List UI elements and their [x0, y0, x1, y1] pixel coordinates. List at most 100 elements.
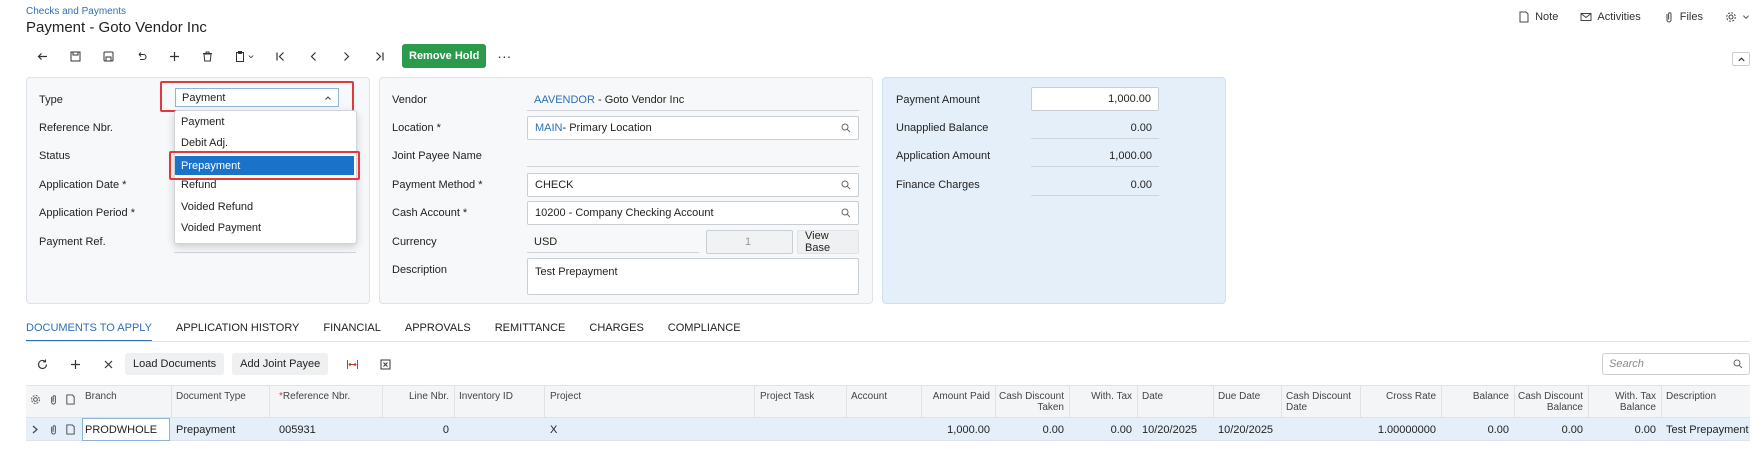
col-cash-discount-balance[interactable]: Cash Discount Balance: [1514, 391, 1583, 413]
add-row-button[interactable]: [59, 352, 92, 376]
table-row[interactable]: PRODWHOLE Prepayment 005931 0 X 1,000.00…: [26, 418, 1750, 441]
save-button[interactable]: [92, 45, 125, 67]
payment-method-field[interactable]: CHECK: [527, 173, 859, 197]
fit-columns-button[interactable]: [336, 352, 369, 376]
col-with-tax[interactable]: With. Tax: [1069, 391, 1132, 402]
col-balance[interactable]: Balance: [1441, 391, 1509, 402]
col-cross-rate[interactable]: Cross Rate: [1360, 391, 1436, 402]
cell-cross-rate[interactable]: 1.00000000: [1360, 424, 1436, 436]
export-excel-button[interactable]: [369, 352, 402, 376]
col-account[interactable]: Account: [851, 391, 887, 402]
cell-reference-nbr-link[interactable]: 005931: [279, 424, 316, 436]
col-document-type[interactable]: Document Type: [176, 391, 246, 402]
previous-record-button[interactable]: [297, 45, 330, 67]
chevron-up-icon: [1737, 56, 1745, 61]
payment-amount-field[interactable]: 1,000.00: [1031, 87, 1159, 111]
cell-with-tax[interactable]: 0.00: [1069, 424, 1132, 436]
breadcrumb[interactable]: Checks and Payments: [26, 6, 126, 17]
col-line-nbr[interactable]: Line Nbr.: [382, 391, 449, 402]
files-button[interactable]: Files: [1663, 11, 1703, 23]
first-record-button[interactable]: [264, 45, 297, 67]
payment-ref-field[interactable]: [174, 252, 356, 253]
save-close-button[interactable]: [59, 45, 92, 67]
refresh-button[interactable]: [26, 352, 59, 376]
tab-application-history[interactable]: APPLICATION HISTORY: [176, 322, 299, 342]
cell-with-tax-balance[interactable]: 0.00: [1588, 424, 1656, 436]
tab-documents-to-apply[interactable]: DOCUMENTS TO APPLY: [26, 322, 152, 342]
type-option-voided-refund[interactable]: Voided Refund: [181, 201, 253, 213]
type-option-refund[interactable]: Refund: [181, 179, 216, 191]
col-branch[interactable]: Branch: [85, 391, 117, 402]
delete-button[interactable]: [191, 45, 224, 67]
col-date[interactable]: Date: [1142, 391, 1163, 402]
col-inventory-id[interactable]: Inventory ID: [459, 391, 513, 402]
gear-icon[interactable]: [30, 394, 41, 405]
chevron-right-icon[interactable]: [31, 425, 39, 434]
settings-button[interactable]: [1725, 11, 1750, 23]
col-with-tax-balance[interactable]: With. Tax Balance: [1588, 391, 1656, 413]
col-cash-discount-date[interactable]: Cash Discount Date: [1286, 391, 1351, 413]
cell-project-link[interactable]: X: [550, 424, 557, 436]
remove-hold-button[interactable]: Remove Hold: [402, 44, 487, 68]
last-record-button[interactable]: [363, 45, 396, 67]
delete-row-button[interactable]: [92, 352, 125, 376]
search-icon[interactable]: [841, 208, 851, 218]
cell-date[interactable]: 10/20/2025: [1142, 424, 1197, 436]
note-button[interactable]: Note: [1518, 11, 1558, 23]
note-icon[interactable]: [65, 424, 76, 435]
col-separator: [1661, 386, 1662, 419]
col-project[interactable]: Project: [550, 391, 581, 402]
cell-description[interactable]: Test Prepayment: [1666, 424, 1750, 436]
tab-remittance[interactable]: REMITTANCE: [495, 322, 566, 342]
col-reference-nbr[interactable]: *Reference Nbr.: [279, 391, 350, 402]
grid-search-input[interactable]: Search: [1602, 353, 1750, 375]
tab-financial[interactable]: FINANCIAL: [323, 322, 380, 342]
col-description[interactable]: Description: [1666, 391, 1716, 402]
type-select[interactable]: Payment: [160, 81, 354, 112]
cell-due-date[interactable]: 10/20/2025: [1218, 424, 1273, 436]
col-amount-paid[interactable]: Amount Paid: [921, 391, 990, 402]
type-option-payment[interactable]: Payment: [181, 116, 224, 128]
next-record-button[interactable]: [330, 45, 363, 67]
view-base-button[interactable]: View Base: [797, 230, 859, 254]
chevron-down-icon: [1743, 15, 1749, 19]
tab-charges[interactable]: CHARGES: [589, 322, 643, 342]
search-icon[interactable]: [841, 180, 851, 190]
type-option-voided-payment[interactable]: Voided Payment: [181, 222, 261, 234]
add-button[interactable]: [158, 45, 191, 67]
cell-cash-discount-taken[interactable]: 0.00: [995, 424, 1064, 436]
collapse-header-button[interactable]: [1732, 52, 1750, 66]
cell-amount-paid[interactable]: 1,000.00: [921, 424, 990, 436]
copy-paste-button[interactable]: [224, 45, 264, 67]
add-joint-payee-button[interactable]: Add Joint Payee: [232, 353, 329, 375]
col-cash-discount-date-line1: Cash Discount: [1286, 391, 1352, 402]
col-project-task[interactable]: Project Task: [760, 391, 814, 402]
type-label: Type: [39, 94, 63, 106]
cell-branch[interactable]: PRODWHOLE: [85, 424, 157, 436]
cell-line-nbr[interactable]: 0: [382, 424, 449, 436]
back-button[interactable]: [26, 45, 59, 67]
cell-document-type[interactable]: Prepayment: [176, 424, 235, 436]
description-field[interactable]: Test Prepayment: [527, 258, 859, 295]
tab-approvals[interactable]: APPROVALS: [405, 322, 471, 342]
tab-compliance[interactable]: COMPLIANCE: [668, 322, 741, 342]
paperclip-icon[interactable]: [48, 424, 59, 435]
more-actions-button[interactable]: ···: [494, 48, 514, 64]
load-documents-button[interactable]: Load Documents: [125, 353, 225, 375]
col-due-date[interactable]: Due Date: [1218, 391, 1260, 402]
activities-button[interactable]: Activities: [1580, 11, 1641, 23]
undo-button[interactable]: [125, 45, 158, 67]
back-arrow-icon: [37, 52, 47, 60]
col-cash-discount-taken[interactable]: Cash Discount Taken: [995, 391, 1064, 413]
cell-cash-discount-balance[interactable]: 0.00: [1514, 424, 1583, 436]
type-option-debit-adj[interactable]: Debit Adj.: [181, 137, 228, 149]
type-option-prepayment[interactable]: Prepayment: [175, 156, 354, 175]
joint-payee-field[interactable]: [527, 166, 859, 167]
type-select-input[interactable]: Payment: [175, 88, 339, 107]
location-link[interactable]: MAIN: [535, 122, 563, 134]
search-icon[interactable]: [841, 123, 851, 133]
cell-balance[interactable]: 0.00: [1441, 424, 1509, 436]
vendor-link[interactable]: AAVENDOR: [534, 94, 595, 106]
cash-account-field[interactable]: 10200 - Company Checking Account: [527, 201, 859, 225]
location-field[interactable]: MAIN - Primary Location: [527, 116, 859, 140]
